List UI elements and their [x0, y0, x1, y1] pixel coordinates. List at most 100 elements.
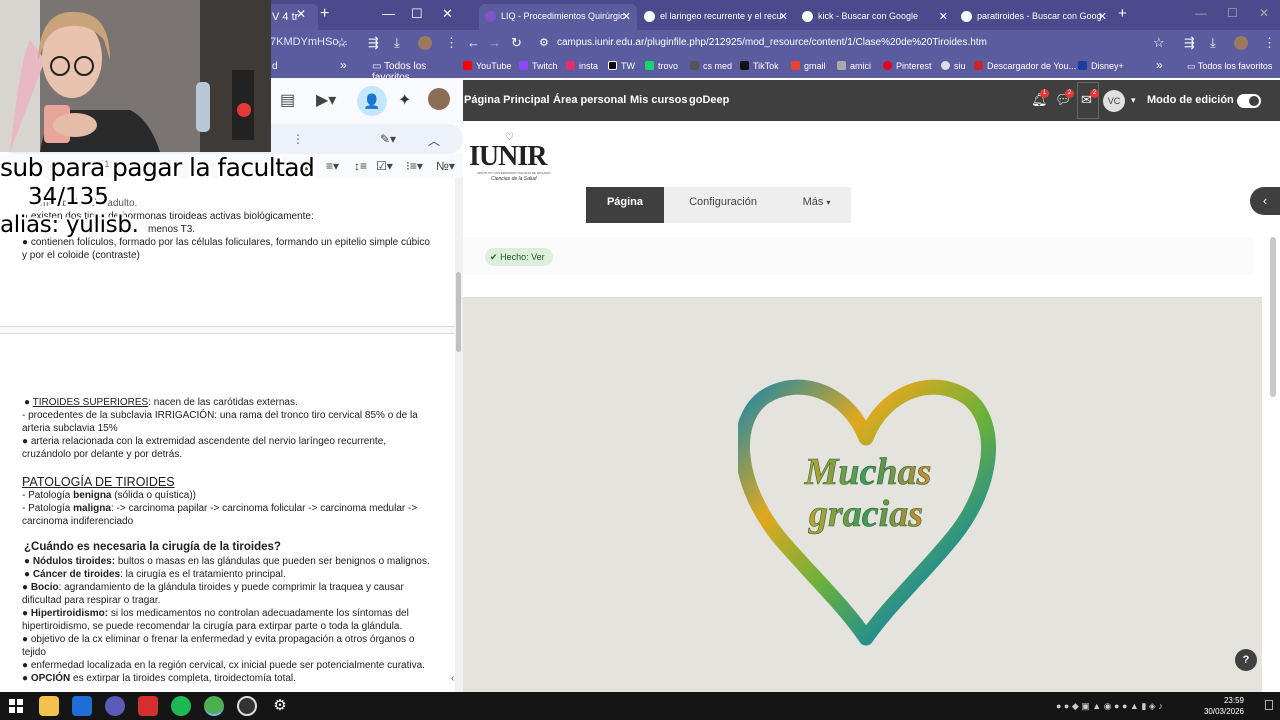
- drawer-toggle[interactable]: ‹: [1250, 187, 1280, 215]
- scroll-thumb[interactable]: [456, 272, 461, 352]
- windows-start-icon[interactable]: [9, 699, 23, 713]
- close-tab-icon[interactable]: ✕: [1098, 10, 1107, 23]
- edit-mode-toggle[interactable]: [1237, 94, 1261, 108]
- maximize-icon[interactable]: ☐: [1227, 6, 1238, 20]
- bookmark-disney[interactable]: Disney+: [1078, 61, 1124, 71]
- chevron-right-icon[interactable]: »: [340, 58, 347, 72]
- settings-icon[interactable]: ⚙: [270, 696, 290, 716]
- store-icon[interactable]: [72, 696, 92, 716]
- bookmark-trovo[interactable]: trovo: [645, 61, 678, 71]
- profile-icon[interactable]: [1234, 36, 1248, 50]
- meet-icon[interactable]: ▶▾: [316, 90, 336, 110]
- clock[interactable]: 23:59 30/03/2026: [1200, 695, 1244, 717]
- star-icon[interactable]: ☆: [1153, 35, 1165, 51]
- all-bookmarks[interactable]: ▭ Todos los favoritos: [1187, 61, 1272, 72]
- chevron-up-icon[interactable]: ︿: [428, 132, 440, 149]
- bookmark-twitch[interactable]: Twitch: [519, 61, 558, 71]
- bookmark-pinterest[interactable]: Pinterest: [883, 61, 932, 71]
- tab-kick[interactable]: kick - Buscar con Google ✕: [796, 4, 954, 30]
- close-tab-icon[interactable]: ✕: [296, 7, 306, 21]
- chrome-icon[interactable]: [204, 696, 224, 716]
- doc-line: ● Cáncer de tiroides: la cirugía es el t…: [24, 569, 286, 580]
- close-window-icon[interactable]: ✕: [1259, 6, 1269, 20]
- tab-liq[interactable]: LIQ - Procedimientos Quirúrgic ✕: [479, 4, 637, 30]
- tray-icons[interactable]: ● ● ◆ ▣ ▲ ◉ ● ● ▲ ▮ ◈ ♪: [1056, 701, 1163, 712]
- avatar[interactable]: VC: [1103, 90, 1125, 112]
- checklist-icon[interactable]: ☑▾: [376, 159, 393, 173]
- new-tab-icon[interactable]: +: [1118, 5, 1127, 22]
- back-icon[interactable]: ←: [467, 35, 480, 50]
- bullet-list-icon[interactable]: ⁝≡▾: [406, 159, 423, 173]
- activity-panel: [463, 237, 1253, 275]
- tab-laringeo[interactable]: el laringeo recurrente y el recu ✕: [638, 4, 794, 30]
- bookmark-youtube[interactable]: YouTube: [463, 61, 511, 71]
- menu-icon[interactable]: ⋮: [1263, 35, 1276, 51]
- line-spacing-icon[interactable]: ↕≡: [354, 159, 367, 173]
- notifications-icon[interactable]: [1265, 700, 1273, 710]
- edit-mode-icon[interactable]: ✎▾: [380, 132, 396, 146]
- bookmark-insta[interactable]: insta: [566, 61, 598, 71]
- maximize-icon[interactable]: ☐: [411, 6, 423, 22]
- nav-home[interactable]: Página Principal: [464, 94, 550, 106]
- download-icon[interactable]: ⤓: [1210, 35, 1216, 51]
- avatar[interactable]: [428, 88, 450, 110]
- chrome-profile-icon[interactable]: [105, 696, 125, 716]
- chevron-down-icon[interactable]: ▾: [1131, 95, 1136, 106]
- new-tab-icon[interactable]: +: [320, 5, 329, 23]
- numbered-list-icon[interactable]: №▾: [436, 159, 455, 173]
- doc-scrollbar[interactable]: [455, 178, 463, 692]
- bookmark-tiktok[interactable]: TikTok: [740, 61, 779, 71]
- forward-icon[interactable]: →: [488, 35, 501, 50]
- cast-icon[interactable]: ⇶: [1184, 35, 1195, 51]
- share-icon[interactable]: 👤: [357, 86, 387, 116]
- file-explorer-icon[interactable]: [39, 696, 59, 716]
- profile-icon[interactable]: [418, 36, 432, 50]
- help-button[interactable]: ?: [1235, 649, 1257, 671]
- tab-paratiroides[interactable]: paratiroides - Buscar con Goog ✕: [955, 4, 1113, 30]
- nav-godeep[interactable]: goDeep: [689, 94, 729, 106]
- bookmark-item[interactable]: d: [272, 61, 278, 72]
- bookmark-descargador[interactable]: Descargador de You...: [974, 61, 1076, 71]
- reload-icon[interactable]: ↻: [511, 35, 522, 51]
- close-tab-icon[interactable]: ✕: [939, 10, 948, 23]
- close-window-icon[interactable]: ✕: [442, 6, 453, 22]
- app-icon[interactable]: [138, 696, 158, 716]
- close-tab-icon[interactable]: ✕: [779, 10, 788, 23]
- cast-icon[interactable]: ⇶: [368, 35, 379, 51]
- bookmark-gmail[interactable]: gmail: [791, 61, 826, 71]
- toggle-knob: [1249, 96, 1259, 106]
- nav-my-courses[interactable]: Mis cursos: [630, 94, 687, 106]
- gemini-icon[interactable]: ✦: [398, 90, 411, 110]
- left-tab[interactable]: V 4 tr: [268, 4, 318, 30]
- nav-personal-area[interactable]: Área personal: [553, 94, 626, 106]
- menu-icon[interactable]: ⋮: [445, 35, 458, 51]
- spotify-icon[interactable]: [171, 696, 191, 716]
- more-icon[interactable]: ⋮: [292, 132, 304, 146]
- bookmark-amici[interactable]: amici: [837, 61, 871, 71]
- tab-more[interactable]: Más ▾: [782, 187, 851, 223]
- tab-settings[interactable]: Configuración: [664, 187, 782, 223]
- bookmark-csmed[interactable]: cs med: [690, 61, 732, 71]
- doc-line-text: bultos o masas en las glándulas que pued…: [115, 556, 430, 567]
- tab-page[interactable]: Página: [586, 187, 664, 223]
- url-text[interactable]: campus.iunir.edu.ar/pluginfile.php/21292…: [557, 37, 987, 48]
- close-tab-icon[interactable]: ✕: [622, 10, 631, 23]
- page-scrollbar[interactable]: [1270, 237, 1278, 667]
- download-icon[interactable]: ⤓: [394, 35, 400, 51]
- overlay-line-2: 34/135: [28, 184, 109, 210]
- minimize-icon[interactable]: —: [1195, 6, 1207, 20]
- align-icon[interactable]: ≡▾: [326, 159, 339, 173]
- comments-icon[interactable]: ▤: [280, 90, 295, 110]
- chevron-right-icon[interactable]: »: [1156, 58, 1163, 72]
- star-icon[interactable]: ☆: [336, 35, 348, 51]
- scroll-thumb[interactable]: [1270, 237, 1276, 397]
- bookmark-tw[interactable]: TW: [608, 61, 635, 71]
- collapse-panel-icon[interactable]: ‹: [451, 673, 454, 684]
- obs-icon[interactable]: [237, 696, 257, 716]
- bookmark-siu[interactable]: siu: [941, 61, 966, 71]
- doc-line: - Patología maligna: -> carcinoma papila…: [22, 503, 417, 514]
- minimize-icon[interactable]: —: [382, 6, 395, 21]
- iunir-logo[interactable]: ♡ IUNIR INSTITUTO UNIVERSITARIO ITALIANO…: [463, 129, 555, 185]
- document-body[interactable]: metabólica del adulto. ● existen dos tip…: [0, 178, 455, 692]
- site-info-icon[interactable]: ⚙: [539, 36, 549, 49]
